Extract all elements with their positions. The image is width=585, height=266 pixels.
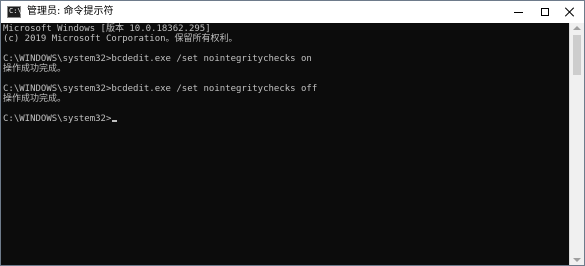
- cmd-icon[interactable]: C:\: [7, 6, 22, 18]
- maximize-icon: [541, 8, 549, 16]
- scroll-up-arrow-icon[interactable]: [573, 26, 581, 30]
- console-line: C:\WINDOWS\system32>bcdedit.exe /set noi…: [3, 84, 318, 94]
- title-bar[interactable]: C:\ 管理员: 命令提示符: [1, 1, 584, 23]
- console-line: 操作成功完成。: [3, 64, 67, 74]
- prompt-text: C:\WINDOWS\system32>: [3, 114, 112, 124]
- scroll-down-arrow-icon[interactable]: [573, 258, 581, 262]
- console-line: Microsoft Windows [版本 10.0.18362.295]: [3, 24, 211, 34]
- scroll-thumb[interactable]: [573, 35, 581, 75]
- text-cursor: [112, 120, 118, 122]
- console-line: 操作成功完成。: [3, 94, 67, 104]
- minimize-button[interactable]: [504, 1, 532, 23]
- console-line: C:\WINDOWS\system32>bcdedit.exe /set noi…: [3, 54, 312, 64]
- console-line: (c) 2019 Microsoft Corporation。保留所有权利。: [3, 34, 238, 44]
- close-icon: [565, 7, 575, 17]
- prompt-line: C:\WINDOWS\system32>: [3, 114, 118, 124]
- close-button[interactable]: [555, 1, 584, 23]
- cmd-icon-glyph: C:\: [9, 7, 22, 15]
- vertical-scrollbar[interactable]: [569, 23, 584, 265]
- command-prompt-window: C:\ 管理员: 命令提示符 Microsoft Windows [版本 10.…: [0, 0, 585, 266]
- minimize-icon: [513, 11, 523, 13]
- console-output[interactable]: Microsoft Windows [版本 10.0.18362.295] (c…: [1, 23, 569, 265]
- window-title: 管理员: 命令提示符: [27, 6, 114, 17]
